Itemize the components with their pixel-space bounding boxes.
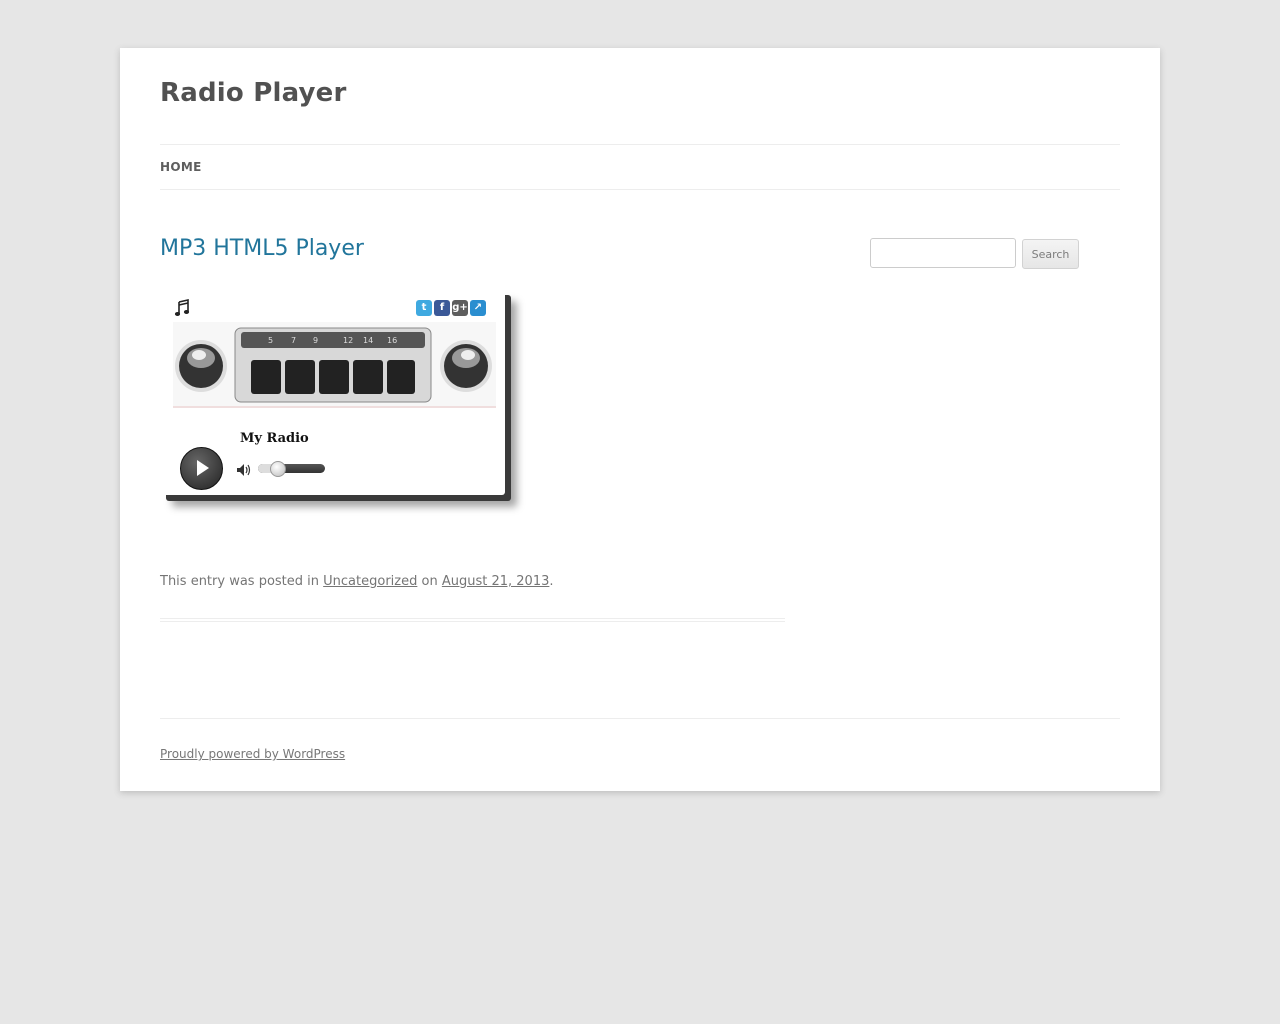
post-title[interactable]: MP3 HTML5 Player [160,236,364,261]
svg-text:7: 7 [291,336,296,345]
music-note-icon [174,299,190,316]
date-link[interactable]: August 21, 2013 [442,574,550,589]
car-radio-image: 5 7 9 12 14 16 [173,322,496,408]
main-navigation: HOME [160,144,1120,190]
volume-slider[interactable] [258,461,325,477]
external-link-icon[interactable]: ↗ [470,300,486,316]
svg-text:5: 5 [268,336,273,345]
station-name: My Radio [240,431,309,446]
post-meta: This entry was posted in Uncategorized o… [160,574,554,589]
footer-divider [160,718,1120,719]
google-plus-icon[interactable]: g+ [452,300,468,316]
footer-wordpress-link[interactable]: Proudly powered by WordPress [160,747,345,761]
meta-suffix: . [549,574,554,589]
search-input[interactable] [870,238,1016,268]
page-container: Radio Player HOME MP3 HTML5 Player t f g+ ↗ [120,48,1160,791]
radio-player: t f g+ ↗ 5 7 9 12 14 16 My Radio [160,289,505,495]
volume-knob[interactable] [269,461,286,477]
post-divider [160,618,785,622]
site-title[interactable]: Radio Player [160,78,347,108]
twitter-icon[interactable]: t [416,300,432,316]
svg-text:14: 14 [363,336,373,345]
speaker-icon[interactable] [236,463,252,477]
category-link[interactable]: Uncategorized [323,574,417,589]
play-button[interactable] [180,447,223,490]
share-icons: t f g+ ↗ [416,300,488,318]
svg-text:9: 9 [313,336,318,345]
facebook-icon[interactable]: f [434,300,450,316]
meta-prefix: This entry was posted in [160,574,320,589]
svg-text:16: 16 [387,336,397,345]
search-button[interactable]: Search [1022,239,1079,269]
svg-text:12: 12 [343,336,353,345]
meta-middle: on [421,574,438,589]
nav-item-home[interactable]: HOME [160,160,202,174]
